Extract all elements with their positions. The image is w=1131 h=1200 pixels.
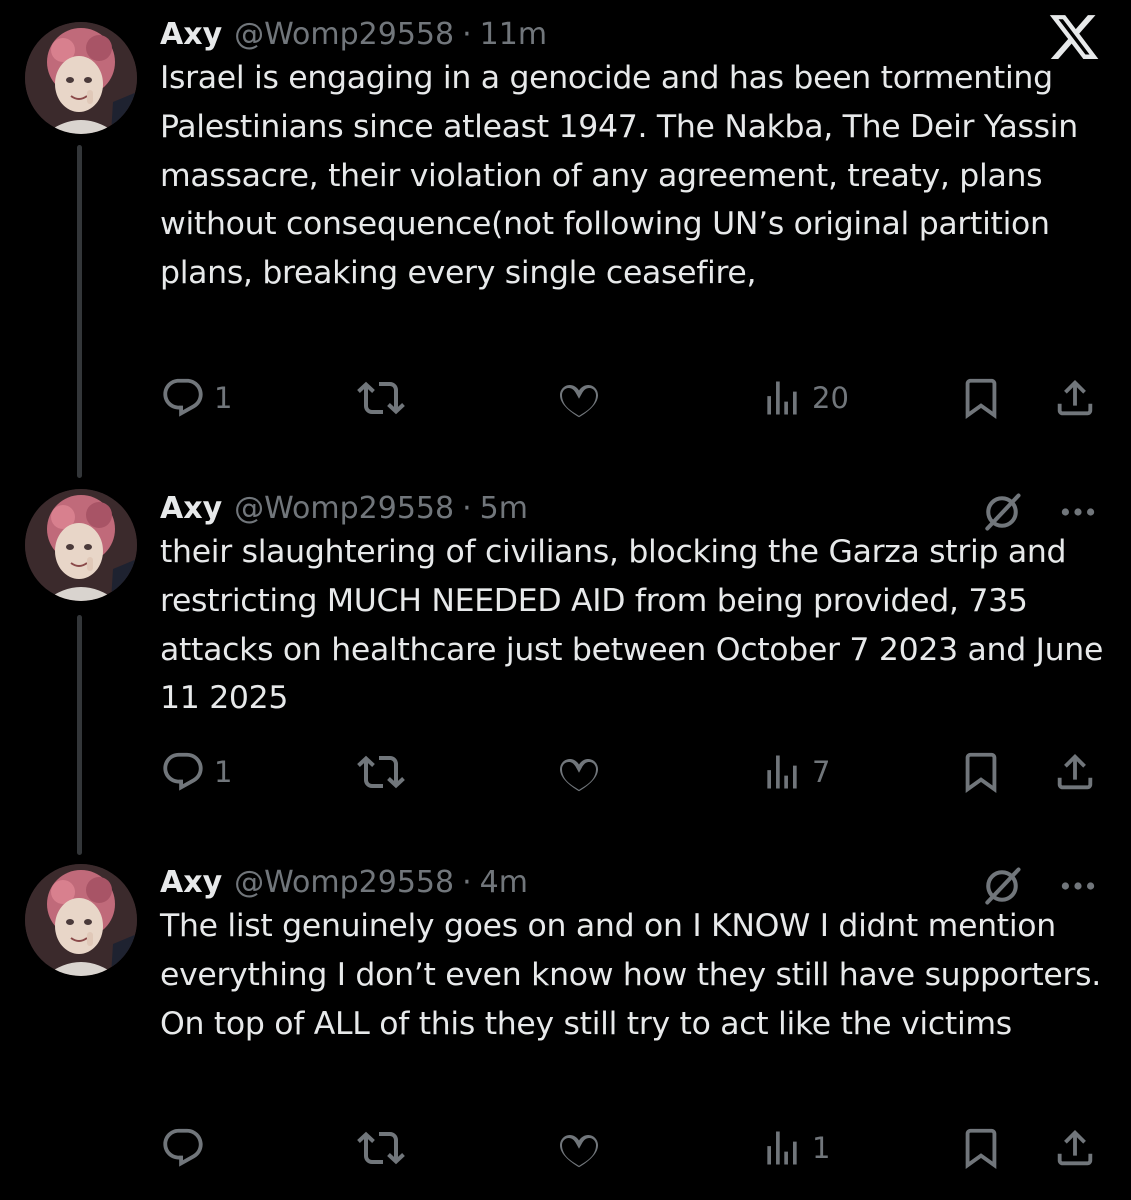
reply-count: 1 <box>214 755 233 789</box>
avatar[interactable] <box>25 864 137 976</box>
bookmark-icon <box>965 1128 997 1169</box>
display-name[interactable]: Axy <box>160 865 222 900</box>
avatar-image <box>25 22 137 134</box>
share-button[interactable] <box>1052 1123 1098 1173</box>
repost-icon <box>357 755 405 789</box>
views-button[interactable]: 7 <box>760 747 830 797</box>
share-button[interactable] <box>1052 373 1098 423</box>
share-icon <box>1057 379 1093 416</box>
heart-icon <box>560 758 598 792</box>
bookmark-icon <box>965 752 997 793</box>
bookmark-button[interactable] <box>958 1123 1004 1173</box>
reply-button[interactable]: 1 <box>160 373 232 423</box>
repost-button[interactable] <box>357 373 405 423</box>
timestamp[interactable]: 11m <box>480 17 547 52</box>
view-count: 20 <box>812 381 849 415</box>
thread-connector-line <box>77 615 82 855</box>
bookmark-button[interactable] <box>958 747 1004 797</box>
repost-icon <box>357 381 405 415</box>
view-count: 7 <box>812 755 831 789</box>
separator-dot: · <box>462 16 472 52</box>
reply-icon <box>163 1128 203 1167</box>
views-button[interactable]: 1 <box>760 1123 830 1173</box>
repost-icon <box>357 1131 405 1165</box>
tweet-thread: Axy @Womp29558 · 11m Israel is engaging … <box>0 0 1131 1200</box>
action-bar: 1 <box>160 1123 1100 1173</box>
timestamp[interactable]: 5m <box>480 491 528 526</box>
tweet-header: Axy @Womp29558 · 4m <box>160 860 528 904</box>
separator-dot: · <box>462 490 472 526</box>
analytics-icon <box>767 381 797 415</box>
timestamp[interactable]: 4m <box>480 865 528 900</box>
analytics-icon <box>767 755 797 789</box>
repost-button[interactable] <box>357 1123 405 1173</box>
tweet-header: Axy @Womp29558 · 5m <box>160 486 528 530</box>
avatar-image <box>25 864 137 976</box>
display-name[interactable]: Axy <box>160 491 222 526</box>
like-button[interactable] <box>555 373 603 423</box>
reply-button[interactable] <box>160 1123 214 1173</box>
heart-icon <box>560 384 598 418</box>
display-name[interactable]: Axy <box>160 17 222 52</box>
more-options-icon[interactable] <box>1056 868 1100 904</box>
share-icon <box>1057 753 1093 790</box>
tweet-text: The list genuinely goes on and on I KNOW… <box>160 908 1101 1042</box>
like-button[interactable] <box>555 1123 603 1173</box>
heart-icon <box>560 1134 598 1168</box>
repost-button[interactable] <box>357 747 405 797</box>
user-handle[interactable]: @Womp29558 <box>234 865 454 900</box>
bookmark-button[interactable] <box>958 373 1004 423</box>
bookmark-icon <box>965 378 997 419</box>
avatar-image <box>25 489 137 601</box>
share-button[interactable] <box>1052 747 1098 797</box>
more-options-icon[interactable] <box>1056 494 1100 530</box>
reply-button[interactable]: 1 <box>160 747 232 797</box>
tweet-header: Axy @Womp29558 · 11m <box>160 12 547 56</box>
tweet-text: their slaughtering of civilians, blockin… <box>160 534 1104 717</box>
like-button[interactable] <box>555 747 603 797</box>
views-button[interactable]: 20 <box>760 373 849 423</box>
avatar[interactable] <box>25 22 137 134</box>
reply-icon <box>163 752 203 791</box>
reply-count: 1 <box>214 381 233 415</box>
reply-icon <box>163 378 203 417</box>
avatar[interactable] <box>25 489 137 601</box>
user-handle[interactable]: @Womp29558 <box>234 17 454 52</box>
tweet-text: Israel is engaging in a genocide and has… <box>160 60 1078 292</box>
view-count: 1 <box>812 1131 831 1165</box>
thread-connector-line <box>77 145 82 478</box>
action-bar: 1 7 <box>160 747 1100 797</box>
analytics-icon <box>767 1131 797 1165</box>
user-handle[interactable]: @Womp29558 <box>234 491 454 526</box>
action-bar: 1 20 <box>160 373 1100 423</box>
share-icon <box>1057 1129 1093 1166</box>
separator-dot: · <box>462 864 472 900</box>
